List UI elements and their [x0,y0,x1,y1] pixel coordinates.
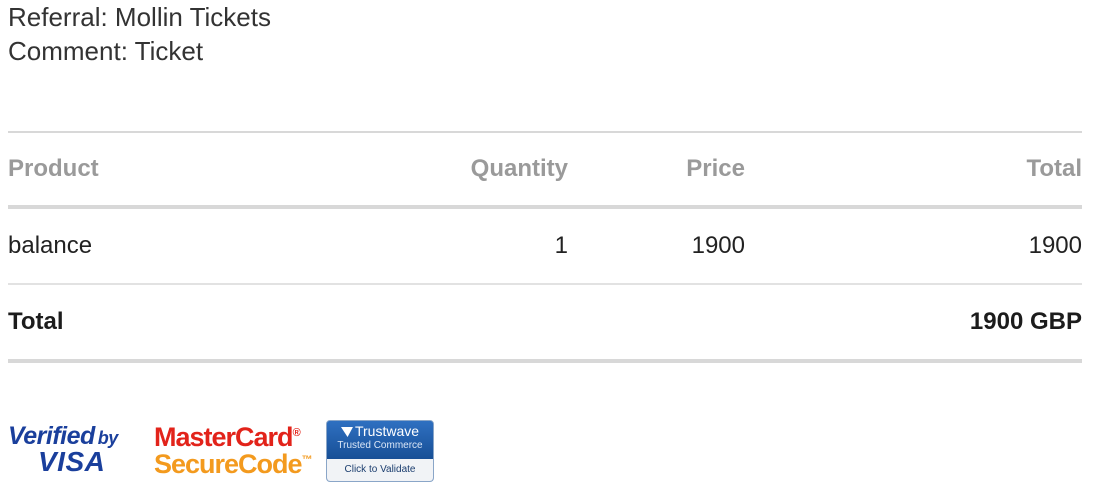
column-header-total: Total [745,131,1082,209]
cell-price: 1900 [568,207,745,285]
securecode-text: SecureCode [154,449,303,479]
mastercard-securecode-logo: MasterCard® SecureCode™ [154,422,313,479]
trustwave-seal[interactable]: Trustwave Trusted Commerce Click to Vali… [326,420,434,482]
column-header-product: Product [8,131,368,209]
mastercard-text: MasterCard [154,422,294,452]
table-row: balance 1 1900 1900 [8,207,1082,285]
table-total-row: Total 1900 GBP [8,284,1082,363]
table-header-row: Product Quantity Price Total [8,131,1082,209]
total-label: Total [8,284,745,363]
column-header-quantity: Quantity [368,131,568,209]
visa-text: VISA [38,446,106,477]
visa-by-text: by [97,428,119,448]
cell-product: balance [8,207,368,285]
order-table: Product Quantity Price Total balance 1 1… [8,131,1082,363]
click-to-validate-link[interactable]: Click to Validate [327,459,433,481]
total-amount: 1900 GBP [745,284,1082,363]
trustwave-subtitle: Trusted Commerce [337,440,423,451]
trustwave-name: Trustwave [354,423,420,439]
referral-text: Referral: Mollin Tickets [8,2,271,32]
cell-total: 1900 [745,207,1082,285]
order-meta: Referral: Mollin Tickets Comment: Ticket [8,0,271,68]
trustwave-flag-icon [340,427,353,437]
cell-quantity: 1 [368,207,568,285]
comment-text: Comment: Ticket [8,36,204,66]
security-badges: Verified by VISA MasterCard® SecureCode™ … [8,420,448,482]
column-header-price: Price [568,131,745,209]
verified-by-visa-logo: Verified by VISA [8,422,138,478]
